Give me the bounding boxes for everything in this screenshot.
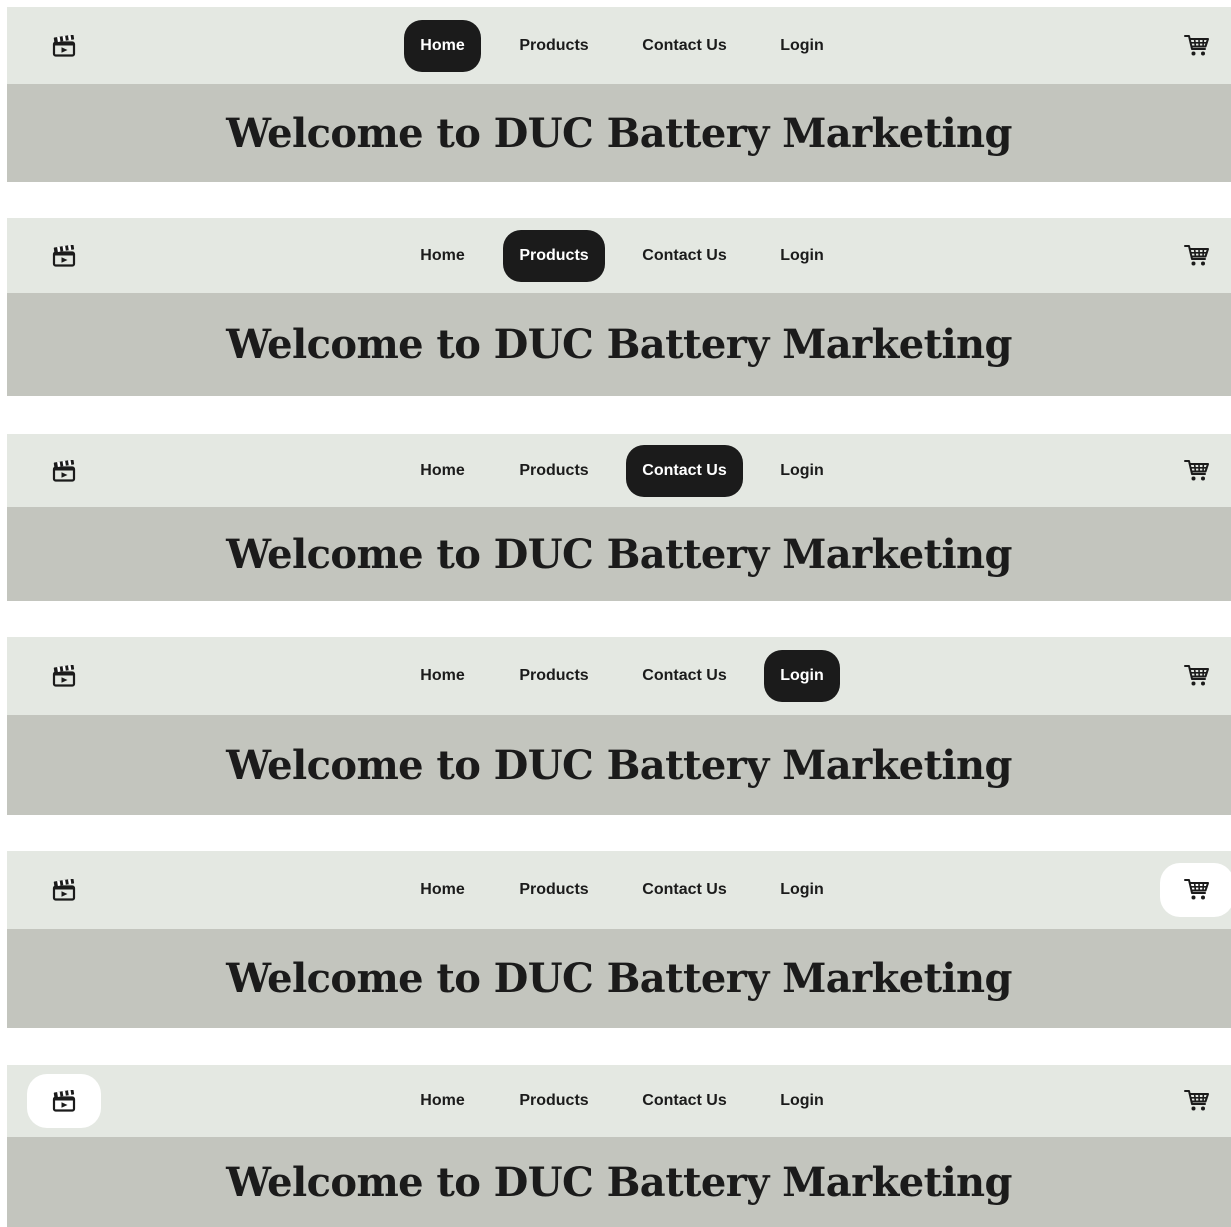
logo-button[interactable] (27, 649, 101, 703)
nav-login[interactable]: Login (764, 230, 840, 282)
logo-button[interactable] (27, 444, 101, 498)
nav-contact-us[interactable]: Contact Us (626, 20, 743, 72)
navbar: Home Products Contact Us Login (7, 7, 1231, 84)
shopping-cart-icon (1184, 1089, 1210, 1113)
nav-contact-us[interactable]: Contact Us (626, 864, 743, 916)
nav-products[interactable]: Products (503, 650, 605, 702)
nav-contact-us[interactable]: Contact Us (626, 1075, 743, 1127)
film-clapperboard-icon (52, 35, 76, 57)
page-state: Home Products Contact Us Login (7, 7, 1231, 182)
shopping-cart-icon (1184, 34, 1210, 58)
film-clapperboard-icon (52, 1090, 76, 1112)
hero-title: Welcome to DUC Battery Marketing (226, 955, 1012, 1002)
nav-home[interactable]: Home (404, 864, 481, 916)
cart-button[interactable] (1160, 863, 1231, 917)
nav-login[interactable]: Login (764, 1075, 840, 1127)
nav-products[interactable]: Products (503, 230, 605, 282)
nav-login[interactable]: Login (764, 445, 840, 497)
hero-title: Welcome to DUC Battery Marketing (226, 1159, 1012, 1206)
nav-contact-us[interactable]: Contact Us (626, 650, 743, 702)
film-clapperboard-icon (52, 460, 76, 482)
shopping-cart-icon (1184, 878, 1210, 902)
shopping-cart-icon (1184, 459, 1210, 483)
hero-banner: Welcome to DUC Battery Marketing (7, 929, 1231, 1028)
cart-button[interactable] (1160, 229, 1231, 283)
page-state: Home Products Contact Us Login (7, 218, 1231, 396)
shopping-cart-icon (1184, 244, 1210, 268)
cart-button[interactable] (1160, 444, 1231, 498)
nav-home[interactable]: Home (404, 650, 481, 702)
nav-products[interactable]: Products (503, 864, 605, 916)
film-clapperboard-icon (52, 879, 76, 901)
navbar: Home Products Contact Us Login (7, 218, 1231, 293)
nav-login[interactable]: Login (764, 20, 840, 72)
logo-button[interactable] (27, 1074, 101, 1128)
page-state: Home Products Contact Us Login (7, 434, 1231, 601)
nav-login[interactable]: Login (764, 650, 840, 702)
page-state: Home Products Contact Us Login (7, 637, 1231, 815)
nav-home[interactable]: Home (404, 20, 481, 72)
logo-button[interactable] (27, 863, 101, 917)
nav-products[interactable]: Products (503, 20, 605, 72)
navbar: Home Products Contact Us Login (7, 851, 1231, 929)
nav-products[interactable]: Products (503, 445, 605, 497)
nav-contact-us[interactable]: Contact Us (626, 230, 743, 282)
hero-title: Welcome to DUC Battery Marketing (226, 110, 1012, 157)
nav-home[interactable]: Home (404, 445, 481, 497)
hero-banner: Welcome to DUC Battery Marketing (7, 715, 1231, 815)
film-clapperboard-icon (52, 245, 76, 267)
cart-button[interactable] (1160, 19, 1231, 73)
hero-banner: Welcome to DUC Battery Marketing (7, 507, 1231, 601)
nav-products[interactable]: Products (503, 1075, 605, 1127)
page-state: Home Products Contact Us Login (7, 851, 1231, 1028)
nav-contact-us[interactable]: Contact Us (626, 445, 743, 497)
hero-title: Welcome to DUC Battery Marketing (226, 742, 1012, 789)
page-state: Home Products Contact Us Login (7, 1065, 1231, 1227)
nav-home[interactable]: Home (404, 230, 481, 282)
navbar: Home Products Contact Us Login (7, 1065, 1231, 1137)
nav-login[interactable]: Login (764, 864, 840, 916)
cart-button[interactable] (1160, 1074, 1231, 1128)
navbar: Home Products Contact Us Login (7, 637, 1231, 715)
hero-title: Welcome to DUC Battery Marketing (226, 531, 1012, 578)
shopping-cart-icon (1184, 664, 1210, 688)
nav-home[interactable]: Home (404, 1075, 481, 1127)
hero-title: Welcome to DUC Battery Marketing (226, 321, 1012, 368)
hero-banner: Welcome to DUC Battery Marketing (7, 293, 1231, 396)
hero-banner: Welcome to DUC Battery Marketing (7, 1137, 1231, 1227)
navbar: Home Products Contact Us Login (7, 434, 1231, 507)
logo-button[interactable] (27, 229, 101, 283)
cart-button[interactable] (1160, 649, 1231, 703)
logo-button[interactable] (27, 19, 101, 73)
film-clapperboard-icon (52, 665, 76, 687)
hero-banner: Welcome to DUC Battery Marketing (7, 84, 1231, 182)
